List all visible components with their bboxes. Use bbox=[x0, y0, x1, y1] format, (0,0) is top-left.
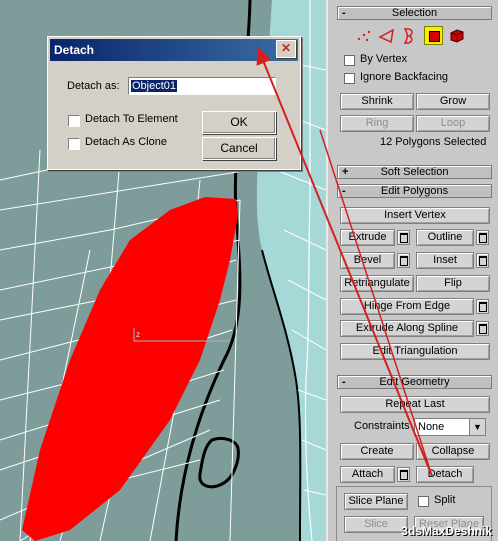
rollout-sign: - bbox=[342, 376, 346, 388]
inset-button[interactable]: Inset bbox=[416, 252, 474, 269]
object-name-selected-text: Object01 bbox=[131, 80, 178, 92]
dialog-titlebar[interactable]: Detach bbox=[50, 39, 298, 61]
soft-selection-rollout-header[interactable]: + Soft Selection bbox=[337, 165, 492, 179]
grow-button[interactable]: Grow bbox=[416, 93, 490, 110]
edit-polygons-header-label: Edit Polygons bbox=[380, 185, 449, 197]
element-icon[interactable] bbox=[448, 27, 466, 45]
ring-button[interactable]: Ring bbox=[340, 115, 414, 132]
ignore-backfacing-checkbox[interactable] bbox=[344, 73, 355, 84]
loop-button[interactable]: Loop bbox=[416, 115, 490, 132]
collapse-button[interactable]: Collapse bbox=[416, 443, 490, 460]
selection-header-label: Selection bbox=[391, 7, 438, 19]
detach-dialog: Detach ✕ Detach as: Object01 Detach To E… bbox=[47, 36, 301, 170]
flip-button[interactable]: Flip bbox=[416, 275, 490, 292]
dialog-title: Detach bbox=[54, 43, 95, 57]
detach-button[interactable]: Detach bbox=[416, 466, 474, 483]
bevel-button[interactable]: Bevel bbox=[340, 252, 395, 269]
outline-settings-button[interactable] bbox=[476, 230, 489, 245]
rollout-sign: - bbox=[342, 185, 346, 197]
edit-triangulation-button[interactable]: Edit Triangulation bbox=[340, 343, 490, 360]
ignore-backfacing-label: Ignore Backfacing bbox=[360, 71, 449, 83]
hinge-settings-button[interactable] bbox=[476, 299, 489, 314]
split-checkbox[interactable] bbox=[418, 496, 429, 507]
detach-to-element-checkbox[interactable] bbox=[68, 115, 80, 127]
constraints-value: None bbox=[418, 421, 445, 433]
detach-as-label: Detach as: bbox=[67, 80, 120, 92]
attach-button[interactable]: Attach bbox=[340, 466, 395, 483]
bevel-settings-button[interactable] bbox=[397, 253, 410, 268]
detach-as-clone-checbox[interactable] bbox=[68, 138, 80, 150]
by-vertex-label: By Vertex bbox=[360, 53, 408, 65]
retriangulate-button[interactable]: Retriangulate bbox=[340, 275, 414, 292]
edge-icon[interactable] bbox=[378, 27, 396, 45]
create-button[interactable]: Create bbox=[340, 443, 414, 460]
constraints-dropdown[interactable]: None ▼ bbox=[414, 418, 486, 436]
detach-as-clone-label: Detach As Clone bbox=[85, 136, 167, 148]
ok-button[interactable]: OK bbox=[202, 111, 276, 134]
edit-geometry-rollout-header[interactable]: - Edit Geometry bbox=[337, 375, 492, 389]
selection-rollout-header[interactable]: - Selection bbox=[337, 6, 492, 20]
rollout-sign: - bbox=[342, 7, 346, 19]
close-icon[interactable]: ✕ bbox=[276, 40, 296, 58]
vertex-icon[interactable] bbox=[356, 27, 374, 45]
rollout-sign: + bbox=[342, 166, 349, 178]
selection-status: 12 Polygons Selected bbox=[380, 136, 487, 148]
soft-selection-header-label: Soft Selection bbox=[380, 166, 449, 178]
by-vertex-checkbox[interactable] bbox=[344, 55, 355, 66]
edit-polygons-rollout-header[interactable]: - Edit Polygons bbox=[337, 184, 492, 198]
selected-polygons bbox=[22, 197, 238, 541]
inset-settings-button[interactable] bbox=[476, 253, 489, 268]
shrink-button[interactable]: Shrink bbox=[340, 93, 414, 110]
insert-vertex-button[interactable]: Insert Vertex bbox=[340, 207, 490, 224]
extrude-settings-button[interactable] bbox=[397, 230, 410, 245]
slice-plane-button[interactable]: Slice Plane bbox=[344, 493, 408, 510]
detach-to-element-label: Detach To Element bbox=[85, 113, 178, 125]
border-icon[interactable] bbox=[400, 26, 418, 46]
extrude-button[interactable]: Extrude bbox=[340, 229, 395, 246]
watermark: 3dsMaxDeshnik bbox=[401, 524, 492, 538]
edit-geometry-header-label: Edit Geometry bbox=[379, 376, 450, 388]
cancel-button[interactable]: Cancel bbox=[202, 137, 276, 160]
constraints-label: Constraints bbox=[354, 420, 410, 432]
hinge-from-edge-button[interactable]: Hinge From Edge bbox=[340, 298, 474, 315]
repeat-last-button[interactable]: Repeat Last bbox=[340, 396, 490, 413]
polygon-icon[interactable] bbox=[424, 26, 443, 45]
slice-button[interactable]: Slice bbox=[344, 516, 408, 533]
extrude-along-spline-settings-button[interactable] bbox=[476, 321, 489, 336]
split-label: Split bbox=[434, 494, 456, 506]
extrude-along-spline-button[interactable]: Extrude Along Spline bbox=[340, 320, 474, 337]
chevron-down-icon[interactable]: ▼ bbox=[469, 419, 485, 435]
outline-button[interactable]: Outline bbox=[416, 229, 474, 246]
command-panel: - Selection By Vertex Ignore Backfacing … bbox=[326, 0, 498, 541]
attach-list-button[interactable] bbox=[397, 467, 410, 482]
svg-text:z: z bbox=[136, 330, 140, 339]
